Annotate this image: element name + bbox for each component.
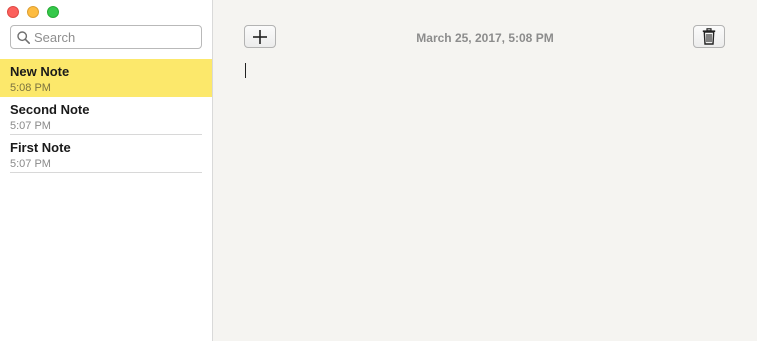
minimize-window-button[interactable] [27, 6, 39, 18]
note-time: 5:07 PM [10, 120, 51, 132]
note-title: New Note [10, 64, 70, 79]
note-title: First Note [10, 140, 71, 155]
note-editor[interactable]: March 25, 2017, 5:08 PM [213, 0, 757, 341]
note-date: March 25, 2017, 5:08 PM [416, 31, 554, 45]
sidebar: New Note 5:08 PM Second Note 5:07 PM Fir… [0, 0, 213, 341]
divider [10, 172, 202, 173]
search-icon [17, 30, 30, 44]
notes-window: New Note 5:08 PM Second Note 5:07 PM Fir… [0, 0, 757, 341]
search-input[interactable] [34, 29, 194, 45]
list-item[interactable]: New Note 5:08 PM [0, 59, 212, 97]
trash-icon [702, 28, 716, 45]
text-cursor [245, 63, 246, 78]
note-time: 5:08 PM [10, 82, 51, 94]
list-item[interactable]: First Note 5:07 PM [0, 135, 212, 173]
list-item[interactable]: Second Note 5:07 PM [0, 97, 212, 135]
close-window-button[interactable] [7, 6, 19, 18]
notes-list: New Note 5:08 PM Second Note 5:07 PM Fir… [0, 59, 212, 173]
search-field[interactable] [10, 25, 202, 49]
window-controls [7, 6, 59, 18]
note-time: 5:07 PM [10, 158, 51, 170]
zoom-window-button[interactable] [47, 6, 59, 18]
note-title: Second Note [10, 102, 90, 117]
delete-note-button[interactable] [693, 25, 725, 48]
